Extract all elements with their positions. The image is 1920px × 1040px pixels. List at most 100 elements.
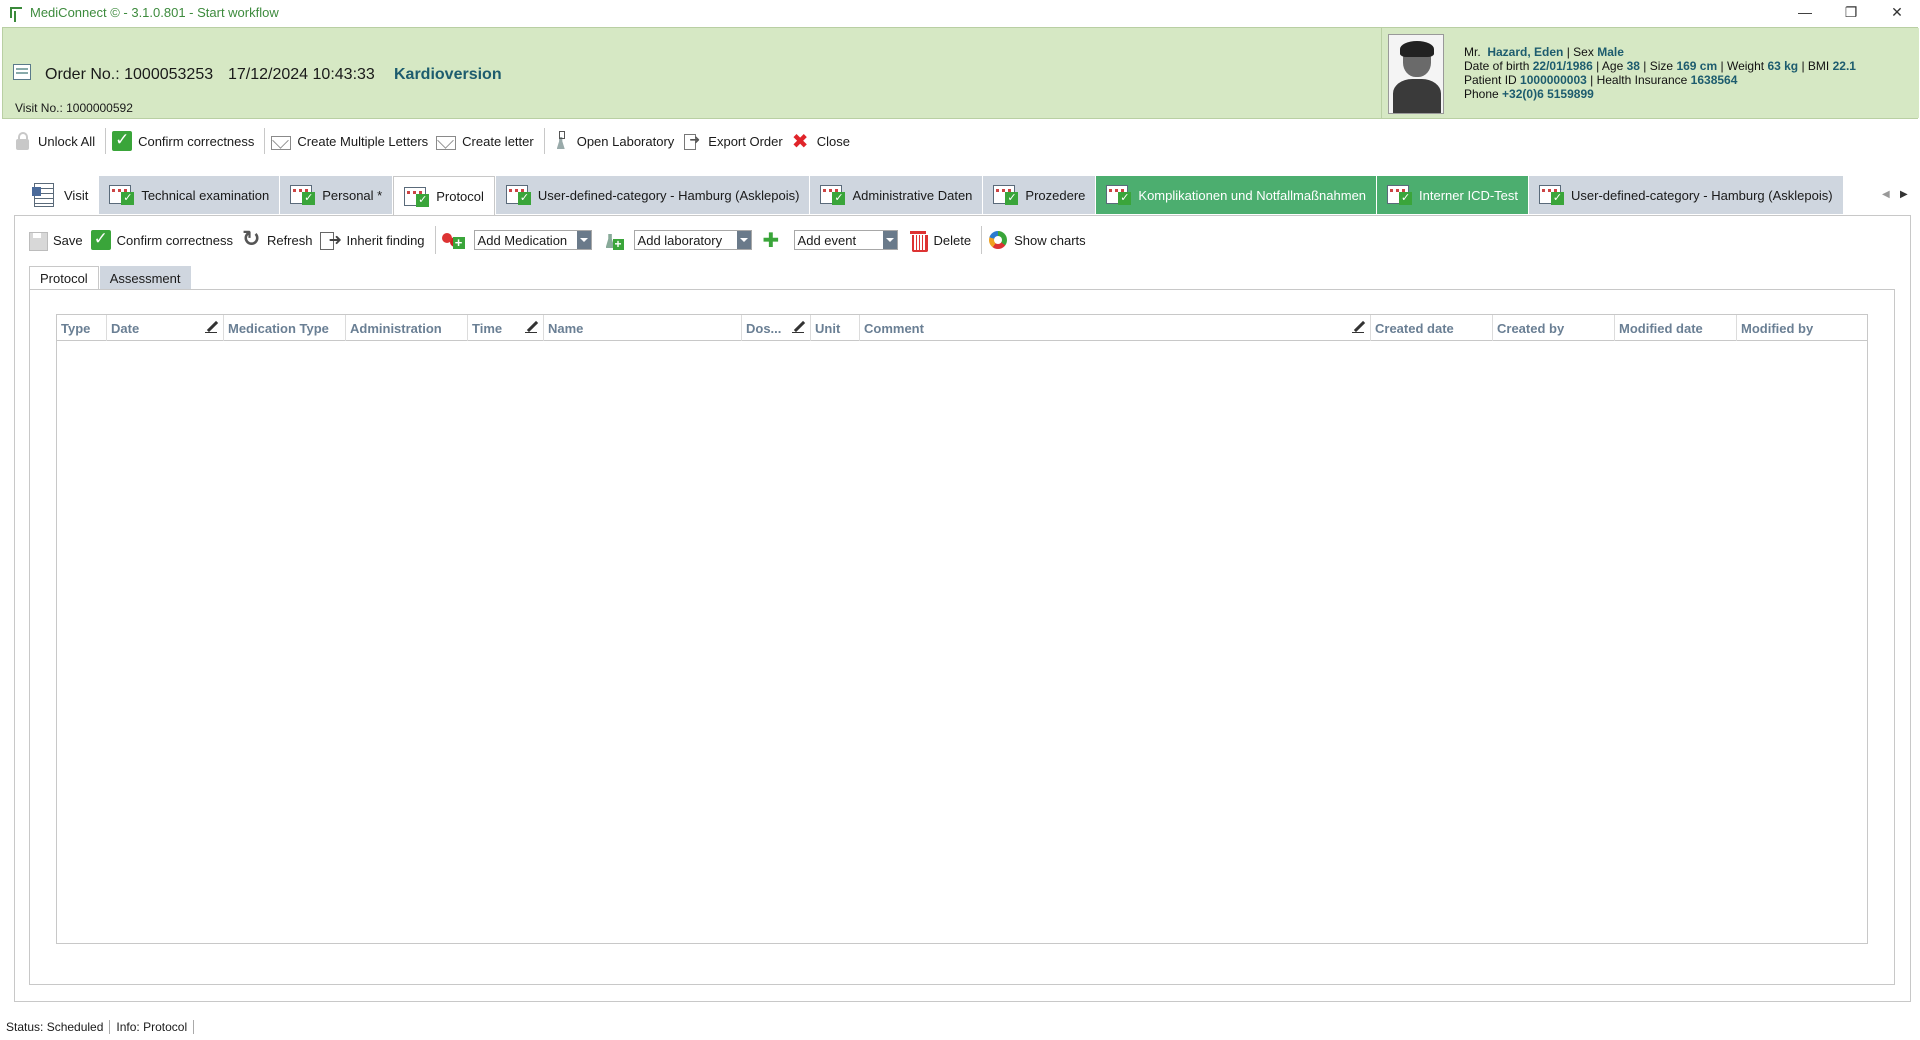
tab-label: Technical examination [141, 187, 270, 203]
grid-header: Type Date Medication Type Administration… [57, 315, 1867, 341]
tab-label: Prozedere [1025, 187, 1086, 203]
tab-label: Protocol [436, 189, 484, 204]
patient-id-label: Patient ID [1464, 73, 1517, 87]
inner-tabs: Protocol Assessment [29, 266, 192, 290]
tab-administrative-daten[interactable]: Administrative Daten [810, 176, 983, 214]
tab-label: Administrative Daten [852, 187, 973, 203]
size-label: Size [1649, 59, 1674, 73]
tab-protocol[interactable]: Protocol [393, 176, 495, 216]
tab-protocol-inner[interactable]: Protocol [29, 266, 99, 290]
restore-icon[interactable]: ❐ [1828, 0, 1874, 24]
tab-prozedere[interactable]: Prozedere [983, 176, 1096, 214]
add-event-value: Add event [797, 232, 857, 248]
tab-label: Komplikationen und Notfallmaßnahmen [1138, 187, 1367, 203]
inherit-finding-button[interactable]: Inherit finding [318, 228, 430, 252]
export-order-button[interactable]: Export Order [680, 129, 788, 153]
toolbar-divider [981, 226, 983, 254]
column-created-by[interactable]: Created by [1493, 315, 1615, 341]
column-unit[interactable]: Unit [811, 315, 860, 341]
save-label: Save [53, 232, 83, 248]
checkmark-icon [112, 130, 133, 151]
plus-icon [762, 228, 782, 253]
column-label: Modified date [1619, 320, 1703, 336]
column-date[interactable]: Date [107, 315, 224, 341]
inherit-icon [320, 230, 342, 250]
tab-user-defined-hamburg-2[interactable]: User-defined-category - Hamburg (Asklepo… [1529, 176, 1843, 214]
column-label: Created date [1375, 320, 1454, 336]
tab-scroll-left-icon[interactable]: ◀ [1882, 189, 1890, 200]
column-modified-by[interactable]: Modified by [1737, 315, 1867, 341]
add-laboratory-dropdown[interactable]: Add laboratory [633, 230, 752, 250]
document-icon [32, 183, 58, 207]
age-label: Age [1601, 59, 1624, 73]
column-name[interactable]: Name [544, 315, 742, 341]
add-medication-dropdown[interactable]: Add Medication [473, 230, 592, 250]
export-order-label: Export Order [708, 133, 783, 149]
unlock-all-button[interactable]: Unlock All [10, 129, 101, 153]
tab-scroll-right-icon[interactable]: ▶ [1900, 189, 1908, 200]
status-bar: Status: Scheduled Info: Protocol [6, 1020, 200, 1034]
tab-interner-icd-test[interactable]: Interner ICD-Test [1377, 176, 1529, 214]
tab-personal[interactable]: Personal * [280, 176, 393, 214]
column-label: Dos... [746, 320, 782, 336]
order-datetime: 17/12/2024 10:43:33 [228, 66, 375, 83]
tab-visit[interactable]: Visit [22, 176, 99, 214]
column-comment[interactable]: Comment [860, 315, 1371, 341]
delete-button[interactable]: Delete [906, 228, 978, 252]
show-charts-button[interactable]: Show charts [986, 228, 1092, 252]
patient-size: 169 cm [1676, 59, 1718, 73]
protocol-panel: Save Confirm correctness Refresh Inherit… [14, 215, 1911, 1002]
column-time[interactable]: Time [468, 315, 544, 341]
column-medication-type[interactable]: Medication Type [224, 315, 346, 341]
flask-icon [551, 131, 571, 151]
tab-komplikationen[interactable]: Komplikationen und Notfallmaßnahmen [1096, 176, 1377, 214]
add-event-button[interactable] [760, 228, 794, 253]
close-label: Close [816, 133, 850, 149]
column-dose[interactable]: Dos... [742, 315, 811, 341]
patient-card: Mr. Hazard, Eden | Sex Male Date of birt… [1381, 28, 1919, 118]
column-modified-date[interactable]: Modified date [1615, 315, 1737, 341]
tab-technical-examination[interactable]: Technical examination [99, 176, 280, 214]
add-laboratory-button[interactable] [600, 228, 634, 252]
chevron-down-icon[interactable] [882, 231, 897, 249]
create-letter-button[interactable]: Create letter [434, 129, 540, 153]
toolbar-divider [543, 128, 545, 154]
column-label: Date [111, 320, 140, 336]
minimize-icon[interactable]: — [1782, 0, 1828, 24]
protocol-toolbar: Save Confirm correctness Refresh Inherit… [25, 226, 1092, 254]
calendar-check-icon [505, 183, 532, 207]
confirm-correctness-label: Confirm correctness [116, 232, 233, 248]
column-label: Unit [815, 320, 841, 336]
refresh-button[interactable]: Refresh [239, 226, 319, 252]
calendar-check-icon [1106, 183, 1132, 207]
add-event-dropdown[interactable]: Add event [793, 230, 898, 250]
chevron-down-icon[interactable] [736, 231, 751, 249]
confirm-correctness-button[interactable]: Confirm correctness [110, 129, 260, 153]
patient-dob: 22/01/1986 [1532, 59, 1593, 73]
column-administration[interactable]: Administration [346, 315, 468, 341]
open-laboratory-button[interactable]: Open Laboratory [549, 129, 681, 153]
tab-label: Interner ICD-Test [1419, 187, 1519, 203]
phone-label: Phone [1464, 87, 1499, 101]
visit-number: Visit No.: 1000000592 [15, 101, 133, 115]
tab-label: User-defined-category - Hamburg (Asklepo… [1571, 187, 1833, 203]
column-type[interactable]: Type [57, 315, 107, 341]
add-medication-button[interactable] [440, 228, 474, 252]
dob-label: Date of birth [1464, 59, 1530, 73]
donut-chart-icon [988, 230, 1008, 250]
chevron-down-icon[interactable] [576, 231, 591, 249]
patient-name: Hazard, Eden [1487, 45, 1564, 59]
confirm-correctness-button[interactable]: Confirm correctness [89, 228, 239, 252]
tab-assessment[interactable]: Assessment [99, 266, 191, 290]
tab-user-defined-hamburg[interactable]: User-defined-category - Hamburg (Asklepo… [495, 176, 810, 214]
protocol-grid[interactable]: Type Date Medication Type Administration… [56, 314, 1868, 944]
column-created-date[interactable]: Created date [1371, 315, 1493, 341]
save-button[interactable]: Save [25, 228, 89, 252]
close-button[interactable]: Close [789, 129, 856, 154]
patient-phone: +32(0)6 5159899 [1502, 87, 1594, 101]
close-window-icon[interactable]: ✕ [1874, 0, 1920, 24]
open-laboratory-label: Open Laboratory [576, 133, 675, 149]
patient-age: 38 [1626, 59, 1640, 73]
create-multiple-letters-button[interactable]: Create Multiple Letters [269, 129, 434, 153]
status-text: Status: Scheduled [6, 1020, 111, 1034]
